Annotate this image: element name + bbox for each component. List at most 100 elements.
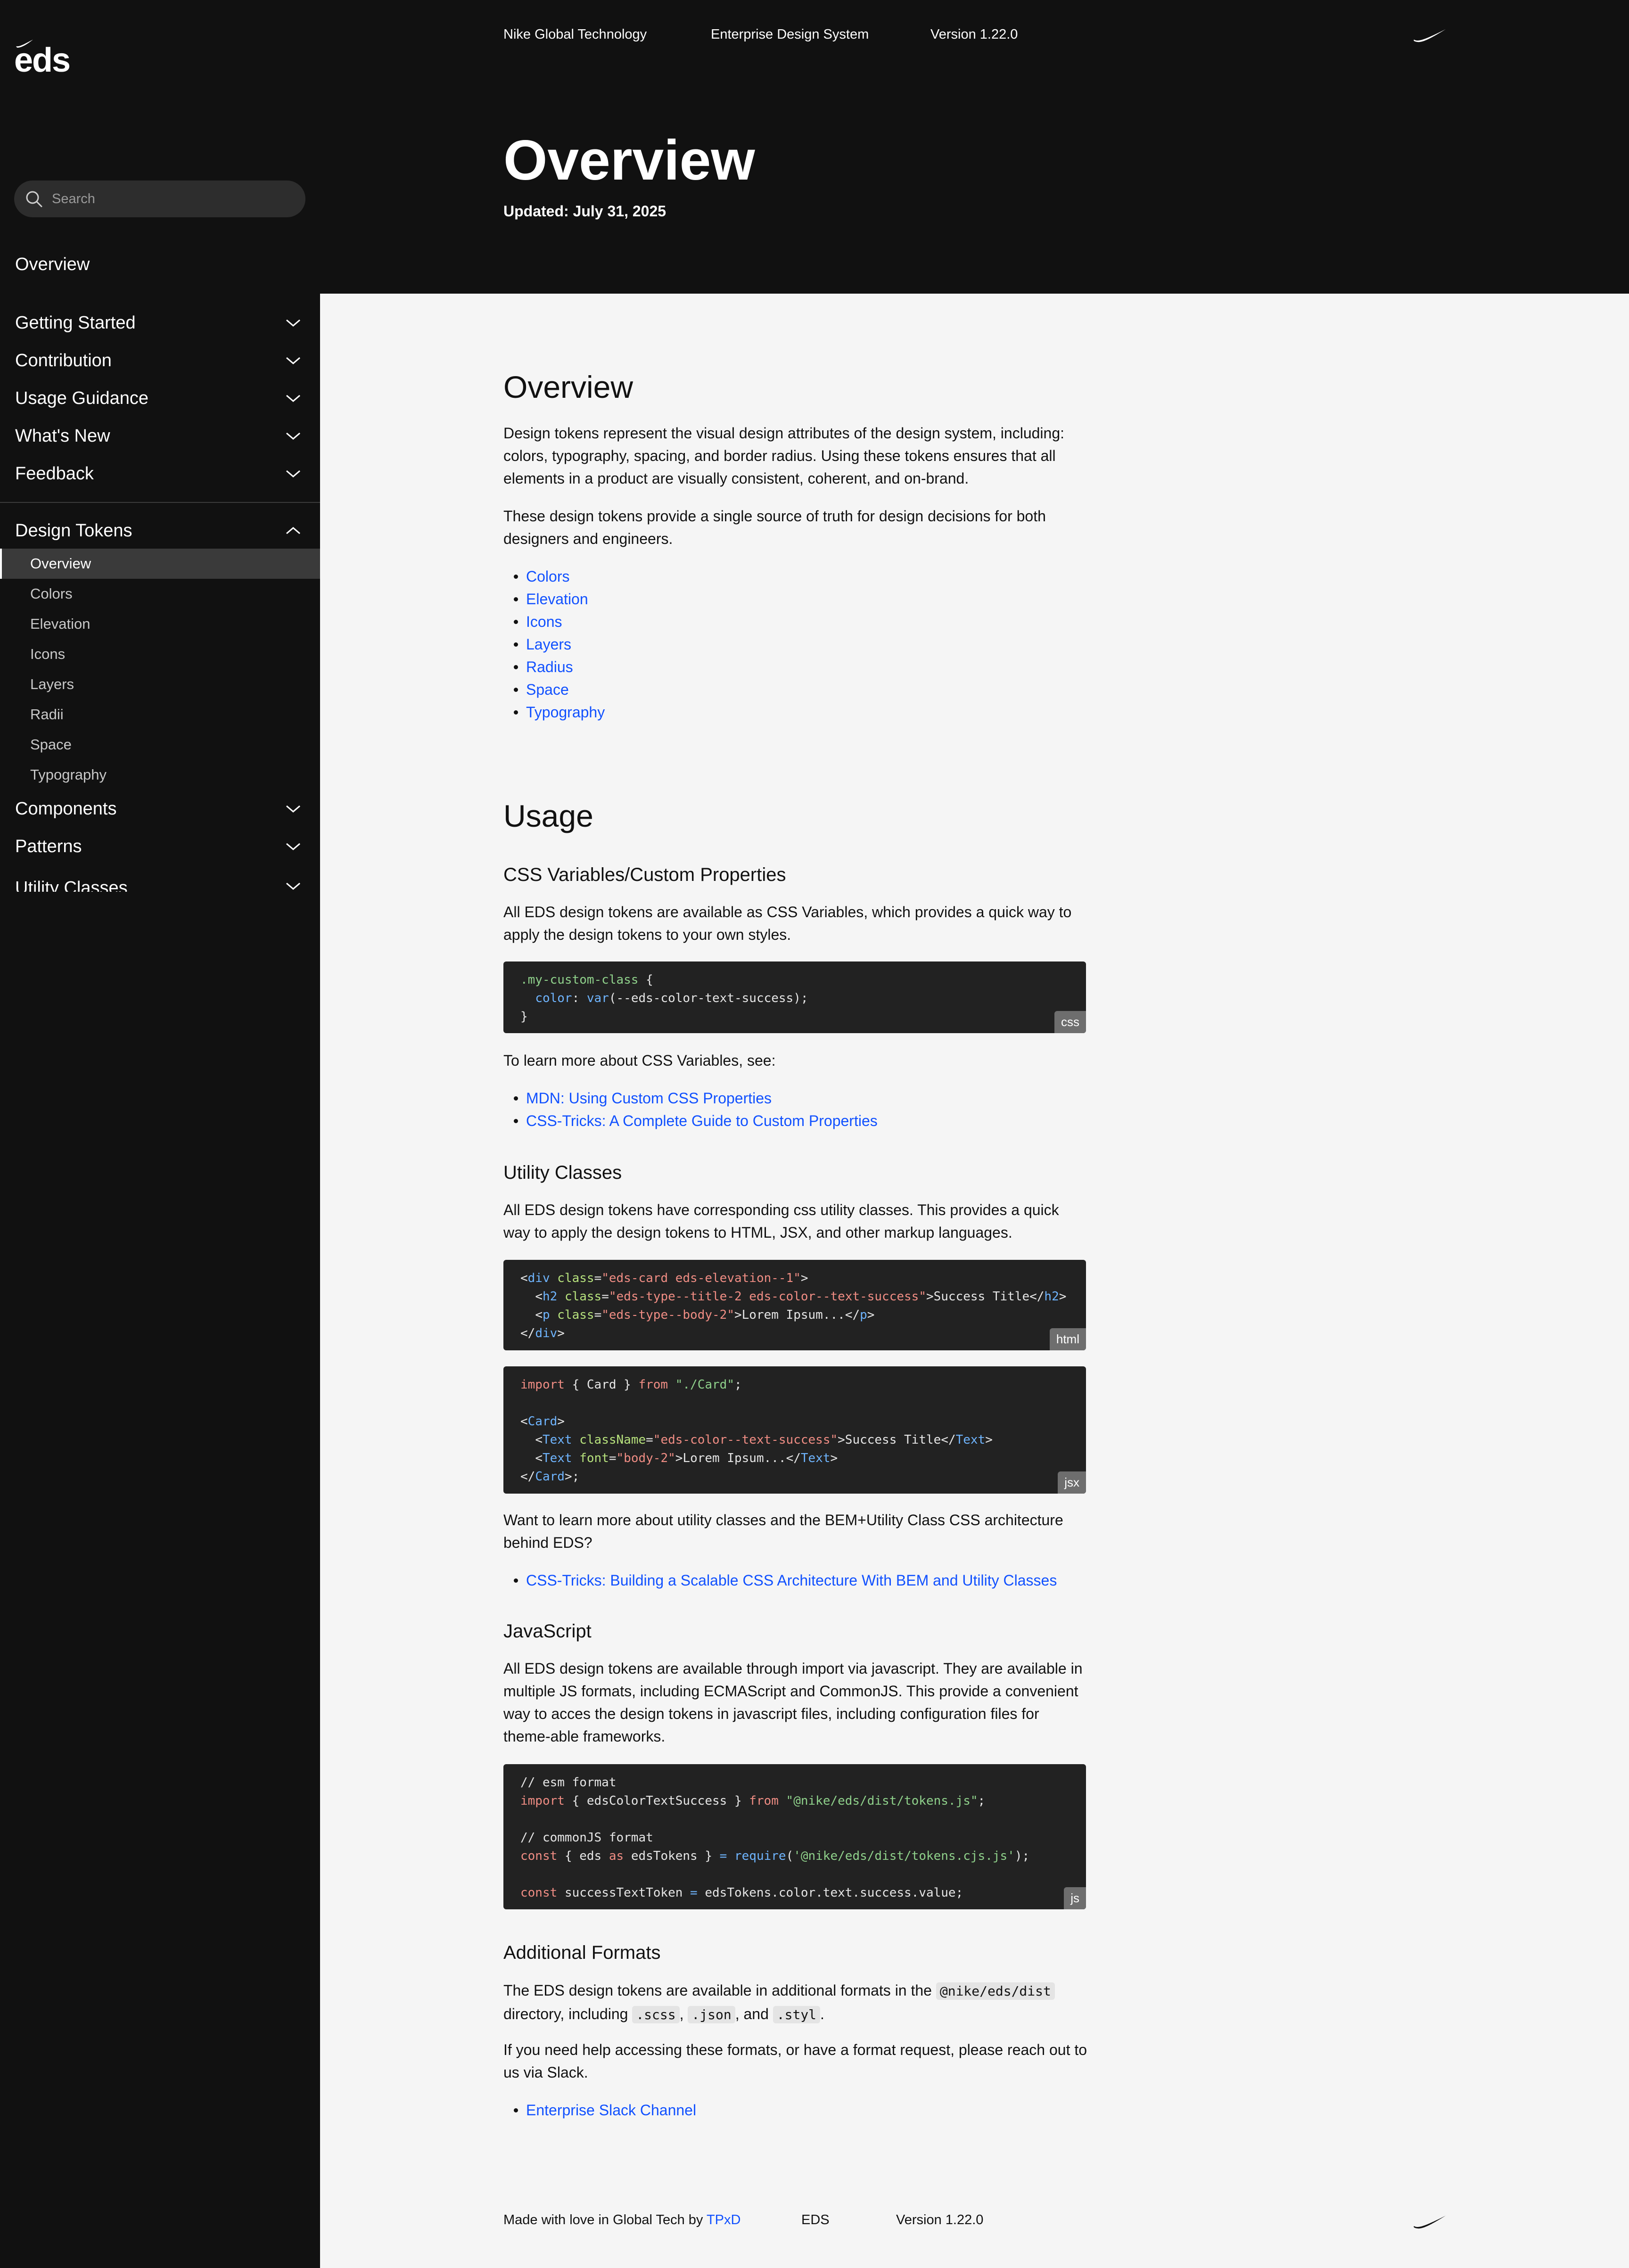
inline-code-dist: @nike/eds/dist — [936, 1982, 1055, 2000]
sidebar-item-label: Contribution — [15, 350, 112, 370]
sidebar-item-usage-guidance[interactable]: Usage Guidance — [0, 379, 320, 417]
list-item: Layers — [503, 633, 605, 656]
additional-formats-paragraph-2: If you need help accessing these formats… — [503, 2041, 1087, 2081]
overview-heading: Overview — [503, 370, 634, 404]
search-icon — [26, 191, 42, 207]
link-icons[interactable]: Icons — [526, 613, 562, 630]
sidebar-item-whats-new[interactable]: What's New — [0, 417, 320, 455]
search-input[interactable] — [51, 190, 288, 207]
sidebar-item-design-tokens[interactable]: Design Tokens — [0, 513, 320, 549]
swoosh-icon — [16, 40, 33, 48]
top-nav-version[interactable]: Version 1.22.0 — [930, 27, 1018, 42]
list-item: Typography — [503, 701, 605, 723]
link-space[interactable]: Space — [526, 681, 569, 698]
sidebar-item-utility-classes[interactable]: Utility Classes — [0, 865, 320, 892]
inline-code-scss: .scss — [632, 2006, 680, 2023]
code-lang-badge: html — [1049, 1328, 1086, 1350]
list-item: CSS-Tricks: Building a Scalable CSS Arch… — [503, 1569, 1057, 1592]
code-lang-badge: js — [1064, 1887, 1086, 1909]
footer-eds[interactable]: EDS — [801, 2212, 830, 2228]
sidebar: eds Overview Getting Started Contributio… — [0, 0, 320, 2268]
list-item: Radius — [503, 656, 605, 678]
sidebar-item-feedback[interactable]: Feedback — [0, 455, 320, 493]
javascript-paragraph: All EDS design tokens are available thro… — [503, 1660, 1083, 1745]
sidebar-divider — [0, 502, 320, 503]
js-code-block[interactable]: // esm format import { edsColorTextSucce… — [503, 1764, 1086, 1909]
link-layers[interactable]: Layers — [526, 636, 571, 653]
list-item: Space — [503, 678, 605, 701]
chevron-up-icon — [286, 527, 300, 534]
utility-links-list: CSS-Tricks: Building a Scalable CSS Arch… — [503, 1569, 1057, 1592]
page-title: Overview — [503, 129, 755, 192]
link-css-tricks-custom-properties[interactable]: CSS-Tricks: A Complete Guide to Custom P… — [526, 1112, 878, 1129]
footer-made-with: Made with love in Global Tech by TPxD — [503, 2212, 740, 2228]
additional-formats-paragraph-1: The EDS design tokens are available in a… — [503, 1979, 1088, 2026]
chevron-down-icon — [286, 319, 300, 327]
sidebar-item-label: Usage Guidance — [15, 388, 149, 408]
link-mdn-custom-properties[interactable]: MDN: Using Custom CSS Properties — [526, 1090, 772, 1107]
code-lang-badge: css — [1054, 1011, 1086, 1033]
link-typography[interactable]: Typography — [526, 704, 605, 721]
sidebar-subitem-icons[interactable]: Icons — [0, 639, 320, 669]
page-header: Nike Global Technology Enterprise Design… — [320, 0, 1629, 294]
nike-swoosh-icon[interactable] — [1413, 26, 1447, 43]
nike-swoosh-icon[interactable] — [1413, 2213, 1447, 2230]
sidebar-item-label: What's New — [15, 426, 110, 446]
list-item: Elevation — [503, 588, 605, 610]
sidebar-item-overview[interactable]: Overview — [15, 255, 90, 275]
footer-team-link[interactable]: TPxD — [707, 2212, 741, 2227]
top-nav-link-eds[interactable]: Enterprise Design System — [711, 27, 869, 42]
updated-date: Updated: July 31, 2025 — [503, 203, 666, 220]
sidebar-item-getting-started[interactable]: Getting Started — [0, 304, 320, 342]
css-variables-heading: CSS Variables/Custom Properties — [503, 864, 786, 885]
link-elevation[interactable]: Elevation — [526, 591, 588, 608]
list-item: Icons — [503, 610, 605, 633]
search-box[interactable] — [14, 181, 305, 217]
sidebar-item-label: Components — [15, 798, 117, 819]
list-item: Enterprise Slack Channel — [503, 2099, 696, 2121]
sidebar-subitem-overview[interactable]: Overview — [0, 549, 320, 579]
token-links-list: Colors Elevation Icons Layers Radius Spa… — [503, 565, 605, 723]
chevron-down-icon — [286, 843, 300, 850]
chevron-down-icon — [286, 357, 300, 364]
sidebar-subitem-layers[interactable]: Layers — [0, 669, 320, 699]
link-css-tricks-bem[interactable]: CSS-Tricks: Building a Scalable CSS Arch… — [526, 1572, 1057, 1589]
link-colors[interactable]: Colors — [526, 568, 569, 585]
formats-text-a: The EDS design tokens are available in a… — [503, 1982, 932, 1999]
usage-heading: Usage — [503, 798, 593, 833]
additional-formats-heading: Additional Formats — [503, 1942, 661, 1963]
sidebar-item-components[interactable]: Components — [0, 790, 320, 828]
link-enterprise-slack[interactable]: Enterprise Slack Channel — [526, 2102, 696, 2119]
sidebar-subitem-elevation[interactable]: Elevation — [0, 609, 320, 639]
sidebar-item-contribution[interactable]: Contribution — [0, 342, 320, 379]
css-links-list: MDN: Using Custom CSS Properties CSS-Tri… — [503, 1087, 878, 1132]
jsx-code-block[interactable]: import { Card } from "./Card"; <Card> <T… — [503, 1366, 1086, 1494]
javascript-heading: JavaScript — [503, 1621, 592, 1642]
formats-text-and: , and — [735, 2005, 769, 2022]
formats-text-b: directory, including — [503, 2005, 628, 2022]
chevron-down-icon — [286, 805, 300, 813]
eds-logo[interactable]: eds — [14, 40, 71, 77]
top-nav-link-global-tech[interactable]: Nike Global Technology — [503, 27, 647, 42]
sidebar-subitem-colors[interactable]: Colors — [0, 579, 320, 609]
sidebar-item-patterns[interactable]: Patterns — [0, 828, 320, 865]
formats-links-list: Enterprise Slack Channel — [503, 2099, 696, 2121]
sidebar-subitem-radii[interactable]: Radii — [0, 699, 320, 730]
inline-code-styl: .styl — [773, 2006, 821, 2023]
css-code-block[interactable]: .my-custom-class { color: var(--eds-colo… — [503, 961, 1086, 1033]
footer-version: Version 1.22.0 — [896, 2212, 984, 2227]
sidebar-item-label: Patterns — [15, 836, 82, 856]
utility-classes-paragraph: All EDS design tokens have corresponding… — [503, 1201, 1059, 1241]
sidebar-item-label: Feedback — [15, 463, 94, 484]
sidebar-item-label: Getting Started — [15, 312, 136, 333]
sidebar-item-label: Utility Classes — [15, 878, 128, 892]
list-item: MDN: Using Custom CSS Properties — [503, 1087, 878, 1109]
chevron-down-icon — [286, 432, 300, 440]
link-radius[interactable]: Radius — [526, 658, 573, 675]
sidebar-subitem-space[interactable]: Space — [0, 730, 320, 760]
sidebar-subitem-typography[interactable]: Typography — [0, 760, 320, 790]
list-item: Colors — [503, 565, 605, 588]
css-variables-paragraph: All EDS design tokens are available as C… — [503, 904, 1072, 943]
html-code-block[interactable]: <div class="eds-card eds-elevation--1"> … — [503, 1260, 1086, 1350]
css-learn-more: To learn more about CSS Variables, see: — [503, 1052, 776, 1069]
